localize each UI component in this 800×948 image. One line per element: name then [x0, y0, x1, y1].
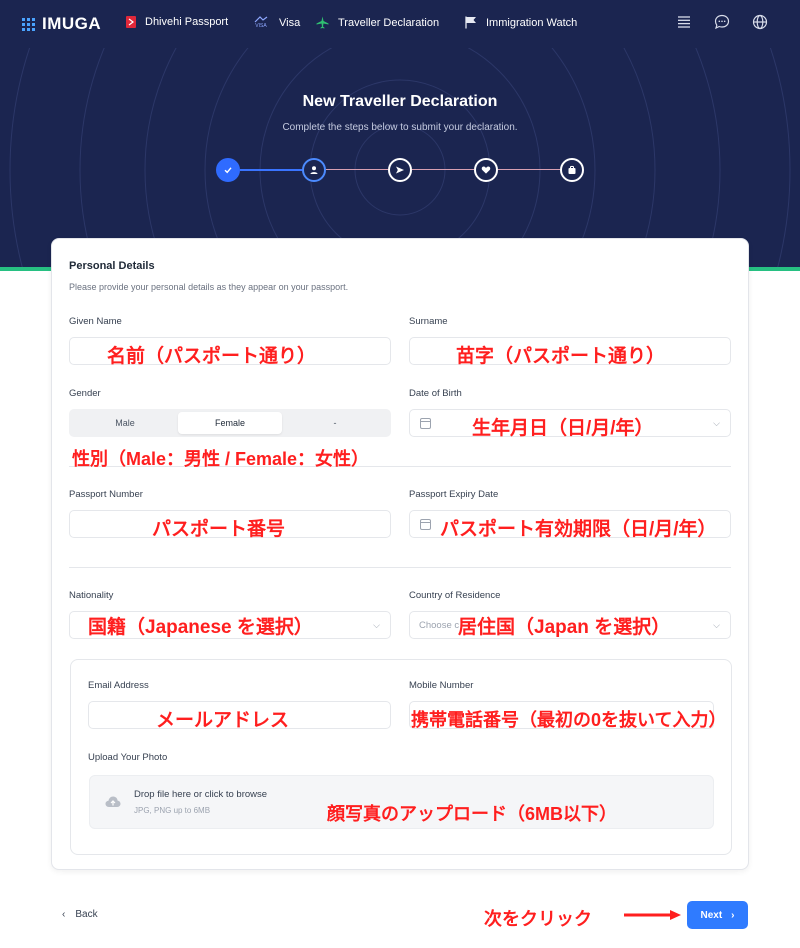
annotation-email: メールアドレス — [156, 710, 290, 731]
back-label: Back — [75, 909, 98, 920]
next-button[interactable]: Next › — [687, 901, 748, 929]
upload-instruction: Drop file here or click to browse — [134, 789, 268, 800]
nav-label: Dhivehi Passport — [145, 16, 229, 28]
annotation-nationality: 国籍（Japanese を選択） — [88, 617, 313, 638]
flag-icon — [465, 16, 477, 29]
chevron-left-icon: ‹ — [62, 909, 66, 920]
annotation-photo: 顔写真のアップロード（6MB以下） — [327, 804, 618, 824]
back-button[interactable]: ‹ Back — [62, 909, 98, 920]
email-label: Email Address — [88, 680, 149, 691]
upload-hint: JPG, PNG up to 6MB — [134, 806, 211, 815]
gender-selector: Male Female - — [69, 409, 391, 437]
step-1[interactable] — [216, 158, 240, 182]
annotation-mobile: 携帯電話番号（最初の0を抜いて入力） — [411, 710, 727, 730]
cloud-upload-icon — [105, 796, 121, 807]
gender-option-unspecified[interactable]: - — [283, 412, 387, 434]
calendar-icon — [420, 519, 431, 530]
mobile-label: Mobile Number — [409, 680, 474, 691]
next-label: Next — [700, 909, 723, 921]
person-icon — [310, 166, 318, 174]
page-title: New Traveller Declaration — [302, 93, 498, 110]
chevron-right-icon: › — [731, 909, 735, 921]
passport-expiry-label: Passport Expiry Date — [409, 489, 499, 500]
photo-label: Upload Your Photo — [88, 752, 168, 763]
annotation-surname: 苗字（パスポート通り） — [456, 346, 666, 367]
red-arrow-icon — [624, 910, 681, 920]
calendar-icon — [420, 418, 431, 429]
globe-icon[interactable] — [752, 14, 768, 30]
gender-label: Gender — [69, 388, 101, 399]
bag-icon — [568, 165, 576, 174]
nav-label: Immigration Watch — [486, 16, 578, 29]
chevron-down-icon: ⌵ — [713, 418, 720, 428]
chat-icon[interactable] — [714, 14, 730, 30]
step-2[interactable] — [302, 158, 326, 182]
gender-option-male[interactable]: Male — [73, 412, 177, 434]
nav-label: Traveller Declaration — [338, 16, 440, 29]
top-nav: IMUGA Dhivehi Passport VISA Visa Travell… — [0, 0, 800, 48]
step-3[interactable] — [388, 158, 412, 182]
step-5[interactable] — [560, 158, 584, 182]
annotation-passport-number: パスポート番号 — [152, 519, 286, 540]
passport-icon — [126, 16, 136, 28]
given-name-label: Given Name — [69, 316, 122, 327]
nav-item-immigration-watch[interactable]: Immigration Watch — [465, 16, 577, 29]
annotation-click-next: 次をクリック — [484, 909, 592, 929]
step-4[interactable] — [474, 158, 498, 182]
chevron-down-icon: ⌵ — [713, 620, 720, 630]
step-connector — [498, 169, 560, 170]
dob-label: Date of Birth — [409, 388, 462, 399]
section-title: Personal Details — [69, 260, 155, 272]
step-connector — [326, 169, 388, 170]
section-subtitle: Please provide your personal details as … — [69, 282, 349, 292]
annotation-residence: 居住国（Japan を選択） — [458, 617, 671, 638]
page-subtitle: Complete the steps below to submit your … — [282, 122, 518, 133]
annotation-passport-expiry: パスポート有効期限（日/月/年） — [440, 519, 717, 540]
step-connector — [412, 169, 474, 170]
progress-stepper — [0, 158, 800, 184]
annotation-dob: 生年月日（日/月/年） — [472, 418, 654, 439]
personal-details-card: Personal Details Please provide your per… — [51, 238, 749, 870]
step-connector — [240, 169, 302, 171]
logo-text: IMUGA — [42, 14, 102, 33]
visa-icon: VISA — [252, 16, 270, 29]
visa-badge: VISA — [255, 23, 267, 29]
logo-grid-icon — [22, 17, 35, 31]
send-icon — [396, 166, 404, 174]
gender-option-female[interactable]: Female — [178, 412, 282, 434]
residence-placeholder: Choose c — [419, 620, 460, 631]
annotation-gender: 性別（Male：男性 / Female：女性） — [72, 449, 370, 469]
residence-label: Country of Residence — [409, 590, 501, 601]
surname-label: Surname — [409, 316, 448, 327]
nav-item-traveller-declaration[interactable]: Traveller Declaration — [316, 16, 439, 29]
nationality-label: Nationality — [69, 590, 114, 601]
check-icon — [224, 167, 232, 174]
airplane-icon — [316, 16, 329, 29]
imuga-logo[interactable]: IMUGA — [22, 14, 101, 34]
annotation-given-name: 名前（パスポート通り） — [107, 346, 317, 367]
heart-icon — [481, 166, 491, 174]
nav-item-visa[interactable]: VISA Visa — [252, 16, 300, 29]
passport-number-label: Passport Number — [69, 489, 143, 500]
chevron-down-icon: ⌵ — [373, 620, 380, 630]
menu-icon[interactable] — [676, 14, 692, 30]
nav-label: Visa — [279, 16, 301, 29]
divider — [69, 567, 731, 568]
nav-item-dhivehi-passport[interactable]: Dhivehi Passport — [126, 16, 228, 28]
